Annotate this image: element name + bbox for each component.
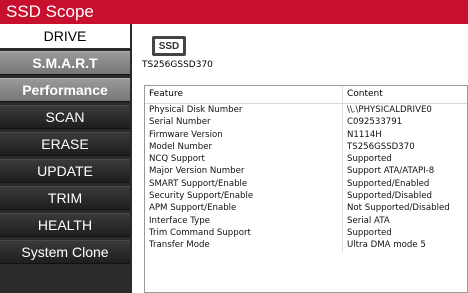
feature-cell: Transfer Mode (145, 239, 343, 252)
nav-smart[interactable]: S.M.A.R.T (0, 51, 130, 75)
header-content: Content (347, 89, 383, 99)
content-cell: TS256GSSD370 (347, 141, 415, 152)
ssd-icon[interactable]: SSD (152, 36, 186, 56)
content-cell: Serial ATA (347, 215, 390, 226)
table-row[interactable]: NCQ Support Supported (145, 153, 467, 166)
drive-model-label: TS256GSSD370 (142, 60, 213, 70)
nav-drive[interactable]: DRIVE (0, 24, 130, 48)
header-feature: Feature (145, 86, 343, 103)
nav-performance[interactable]: Performance (0, 78, 130, 102)
main-panel: SSD TS256GSSD370 Feature Content Physica… (132, 24, 468, 293)
content-cell: Ultra DMA mode 5 (347, 240, 426, 251)
drive-info-table: Feature Content Physical Disk Number \\.\… (144, 85, 468, 293)
table-row[interactable]: Interface Type Serial ATA (145, 214, 467, 227)
content-cell: N1114H (347, 129, 382, 140)
content-cell: Supported (347, 154, 392, 165)
table-row[interactable]: Model Number TS256GSSD370 (145, 140, 467, 154)
nav-erase[interactable]: ERASE (0, 132, 130, 156)
nav-scan[interactable]: SCAN (0, 105, 130, 129)
content-cell: Supported/Enabled (347, 178, 430, 189)
table-row[interactable]: SMART Support/Enable Supported/Enabled (145, 177, 467, 191)
app-title: SSD Scope (6, 2, 94, 21)
feature-cell: SMART Support/Enable (145, 177, 343, 191)
table-row[interactable]: Major Version Number Support ATA/ATAPI-8 (145, 165, 467, 178)
table-row[interactable]: Security Support/Enable Supported/Disable… (145, 190, 467, 203)
nav-update[interactable]: UPDATE (0, 159, 130, 183)
content-cell: Support ATA/ATAPI-8 (347, 166, 435, 177)
nav-trim[interactable]: TRIM (0, 186, 130, 210)
feature-cell: Major Version Number (145, 165, 343, 178)
table-row[interactable]: Serial Number C092533791 (145, 116, 467, 129)
nav-system-clone[interactable]: System Clone (0, 240, 130, 264)
sidebar: DRIVE S.M.A.R.T Performance SCAN ERASE U… (0, 24, 132, 293)
table-row[interactable]: Firmware Version N1114H (145, 128, 467, 141)
content-cell: Not Supported/Disabled (347, 203, 450, 214)
content-cell: Supported (347, 227, 392, 238)
table-header: Feature Content (145, 86, 467, 104)
title-bar: SSD Scope (0, 0, 468, 24)
table-row[interactable]: Transfer Mode Ultra DMA mode 5 (145, 239, 467, 252)
feature-cell: Model Number (145, 140, 343, 154)
feature-cell: Physical Disk Number (145, 104, 343, 117)
nav-health[interactable]: HEALTH (0, 213, 130, 237)
feature-cell: Serial Number (145, 116, 343, 129)
feature-cell: Security Support/Enable (145, 190, 343, 203)
table-row[interactable]: Trim Command Support Supported (145, 226, 467, 240)
feature-cell: Firmware Version (145, 128, 343, 141)
feature-cell: Trim Command Support (145, 226, 343, 240)
content-cell: \\.\PHYSICALDRIVE0 (347, 105, 432, 115)
feature-cell: NCQ Support (145, 153, 343, 166)
table-row[interactable]: Physical Disk Number \\.\PHYSICALDRIVE0 (145, 104, 467, 117)
content-cell: C092533791 (347, 117, 403, 128)
feature-cell: Interface Type (145, 214, 343, 227)
table-body: Physical Disk Number \\.\PHYSICALDRIVE0 Se… (145, 104, 467, 252)
feature-cell: APM Support/Enable (145, 202, 343, 215)
content-cell: Supported/Disabled (347, 191, 432, 202)
table-row[interactable]: APM Support/Enable Not Supported/Disabled (145, 202, 467, 215)
